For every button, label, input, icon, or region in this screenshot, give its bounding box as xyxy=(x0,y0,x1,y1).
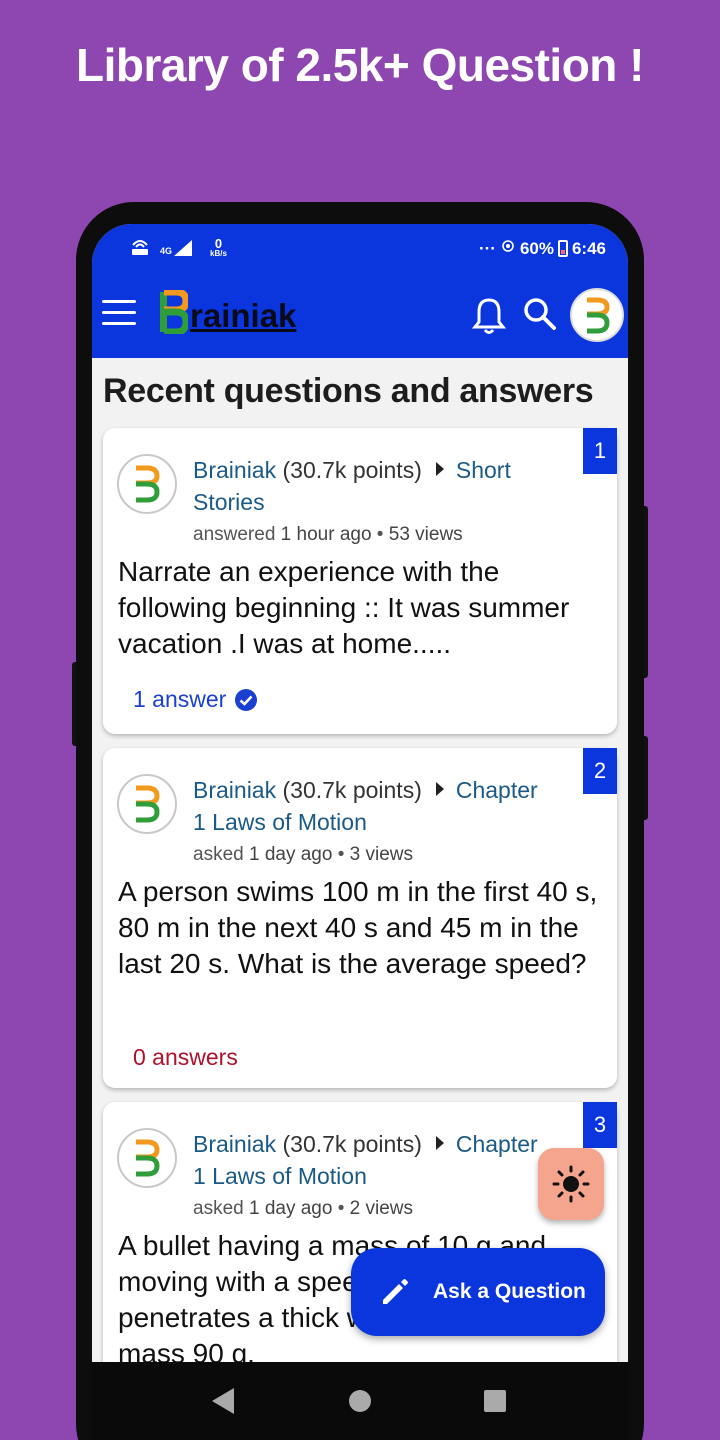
sun-icon xyxy=(552,1165,590,1203)
menu-icon[interactable] xyxy=(102,300,136,328)
question-when: asked 1 day ago • 3 views xyxy=(193,844,414,865)
clock: 6:46 xyxy=(571,238,606,258)
author-points: (30.7k points) xyxy=(282,777,422,803)
question-text[interactable]: Narrate an experience with the following… xyxy=(118,554,608,662)
avatar-logo-icon xyxy=(136,785,160,823)
avatar-logo-icon xyxy=(136,465,160,503)
data-speed-icon: 0 kB/s xyxy=(210,237,227,258)
category-line-2: 1 Laws of Motion xyxy=(193,809,367,835)
phone-screen: 4G 0 kB/s ··· 60% 6:46 rainiak Recent qu… xyxy=(92,224,628,1440)
battery-percent: 60% xyxy=(519,238,554,258)
avatar-logo-icon xyxy=(136,1139,160,1177)
brainiak-logo[interactable]: rainiak xyxy=(158,290,296,334)
question-meta: Brainiak (30.7k points) Short Stories xyxy=(193,454,573,518)
ask-question-button[interactable]: Ask a Question xyxy=(351,1248,605,1336)
caret-right-icon xyxy=(435,1136,444,1150)
category-line-1: Short xyxy=(455,457,511,483)
battery-icon xyxy=(557,240,568,257)
answer-count-label: 1 answer xyxy=(133,686,227,712)
status-dots: ··· xyxy=(478,238,496,258)
4g-signal-icon: 4G xyxy=(160,239,193,256)
caret-right-icon xyxy=(435,462,444,476)
home-icon[interactable] xyxy=(349,1390,371,1412)
author-points: (30.7k points) xyxy=(282,1131,422,1157)
question-when: asked 1 day ago • 2 views xyxy=(193,1198,414,1219)
question-when: answered 1 hour ago • 53 views xyxy=(193,524,463,545)
notification-bell-icon[interactable] xyxy=(471,296,507,336)
promo-title: Library of 2.5k+ Question ! xyxy=(75,39,645,91)
caret-right-icon xyxy=(435,782,444,796)
author-link[interactable]: Brainiak xyxy=(193,777,276,803)
answer-count-label: 0 answers xyxy=(133,1044,238,1070)
question-text[interactable]: A person swims 100 m in the first 40 s, … xyxy=(118,874,608,982)
logo-text: rainiak xyxy=(190,297,297,334)
author-avatar[interactable] xyxy=(117,454,177,514)
volte-icon xyxy=(130,236,150,259)
system-nav-bar xyxy=(92,1362,628,1440)
pencil-icon xyxy=(383,1279,408,1304)
data-speed-unit: kB/s xyxy=(210,249,227,258)
theme-toggle-button[interactable] xyxy=(538,1148,604,1220)
network-type: 4G xyxy=(160,245,173,256)
recents-icon[interactable] xyxy=(484,1390,506,1412)
back-icon[interactable] xyxy=(212,1388,234,1414)
user-avatar[interactable] xyxy=(570,288,624,342)
question-views: 3 views xyxy=(349,844,414,865)
logo-b-icon xyxy=(160,290,188,334)
answer-count[interactable]: 1 answer xyxy=(133,686,258,713)
section-title: Recent questions and answers xyxy=(103,372,594,410)
category-line-1: Chapter xyxy=(455,777,538,803)
question-card[interactable]: 1 Brainiak (30.7k points) Short Stories an… xyxy=(103,428,617,734)
question-action: asked xyxy=(193,1198,244,1219)
category-line-1: Chapter xyxy=(455,1131,538,1157)
ask-question-label: Ask a Question xyxy=(433,1280,586,1303)
question-action: answered xyxy=(193,524,276,545)
hotspot-icon xyxy=(500,238,516,259)
question-time[interactable]: 1 day ago xyxy=(249,844,332,865)
question-number: 2 xyxy=(583,748,617,794)
avatar-logo-icon xyxy=(587,297,610,334)
search-icon[interactable] xyxy=(522,296,558,332)
answer-count[interactable]: 0 answers xyxy=(133,1044,238,1071)
status-bar: 4G 0 kB/s ··· 60% 6:46 xyxy=(92,224,628,274)
question-number: 3 xyxy=(583,1102,617,1148)
question-action: asked xyxy=(193,844,244,865)
author-avatar[interactable] xyxy=(117,774,177,834)
author-points: (30.7k points) xyxy=(282,457,422,483)
question-time[interactable]: 1 hour ago xyxy=(281,524,372,545)
question-meta: Brainiak (30.7k points) Chapter 1 Laws of … xyxy=(193,1128,573,1192)
question-meta: Brainiak (30.7k points) Chapter 1 Laws of … xyxy=(193,774,573,838)
question-views: 53 views xyxy=(388,524,463,545)
author-link[interactable]: Brainiak xyxy=(193,457,276,483)
question-card[interactable]: 2 Brainiak (30.7k points) Chapter 1 Laws o… xyxy=(103,748,617,1088)
question-time[interactable]: 1 day ago xyxy=(249,1198,332,1219)
check-circle-icon xyxy=(235,688,258,711)
app-bar: rainiak xyxy=(92,274,628,358)
category-line-2: 1 Laws of Motion xyxy=(193,1163,367,1189)
author-link[interactable]: Brainiak xyxy=(193,1131,276,1157)
question-views: 2 views xyxy=(349,1198,414,1219)
question-number: 1 xyxy=(583,428,617,474)
author-avatar[interactable] xyxy=(117,1128,177,1188)
category-line-2: Stories xyxy=(193,489,265,515)
